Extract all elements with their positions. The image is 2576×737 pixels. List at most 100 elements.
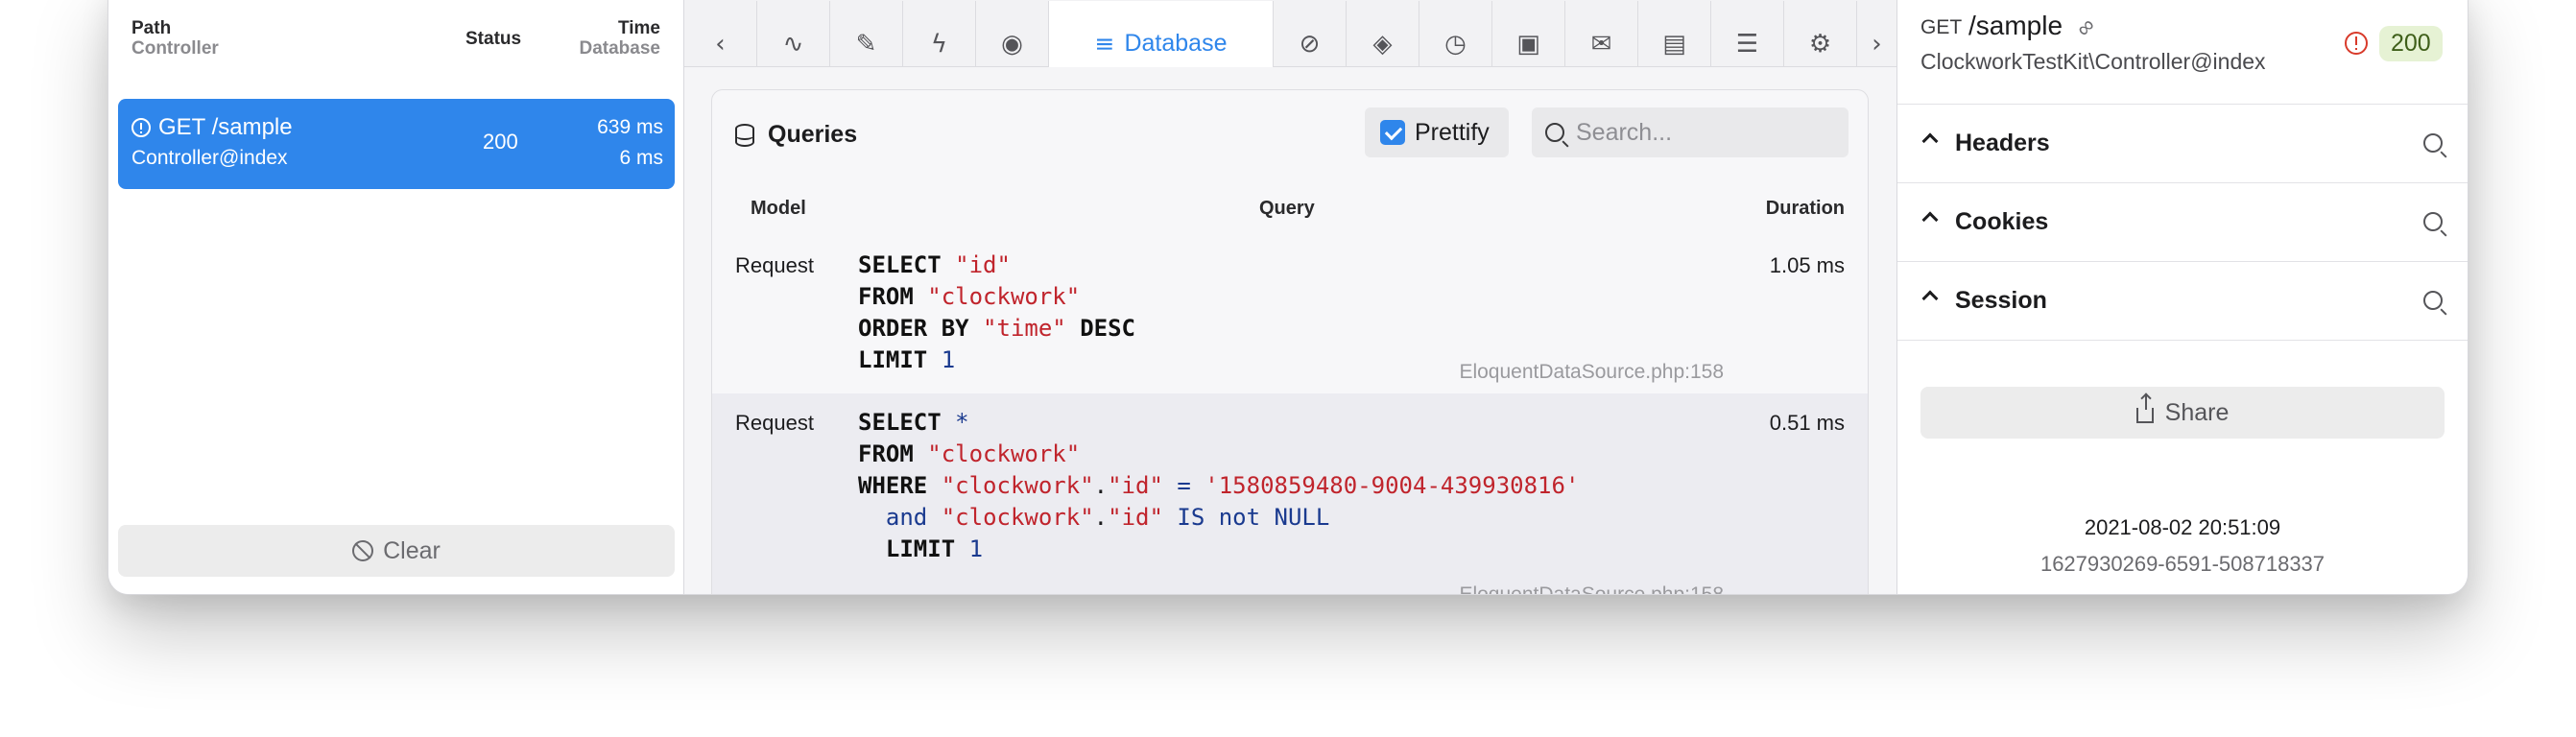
column-time-header[interactable]: Time: [618, 18, 660, 39]
tab-settings[interactable]: ⚙: [1784, 1, 1857, 67]
request-date: 2021-08-02 20:51:09: [2084, 515, 2281, 539]
layers-icon: ◈: [1372, 29, 1393, 59]
sql-token: WHERE: [858, 472, 928, 499]
sql-token: and: [885, 504, 928, 531]
sql-token: "clockwork": [927, 440, 1081, 467]
sql-token: FROM: [858, 283, 914, 310]
queries-title: Queries: [735, 121, 857, 149]
query-model: Request: [735, 411, 814, 435]
tab-attachments[interactable]: ⊘: [1274, 1, 1347, 67]
column-database-header[interactable]: Database: [580, 38, 661, 59]
column-path-header[interactable]: Path: [131, 18, 171, 39]
search-input[interactable]: [1576, 118, 1825, 147]
request-controller: Controller@index: [131, 147, 288, 169]
request-summary: GET /sample ∞ ClockworkTestKit\Controlle…: [1897, 1, 2468, 105]
tab-events[interactable]: ϟ: [903, 1, 976, 67]
chevron-right-icon: ›: [1872, 29, 1882, 59]
tab-scroll-left[interactable]: ‹: [684, 1, 757, 67]
sql-token: IS not NULL: [1177, 504, 1330, 531]
query-model: Request: [735, 253, 814, 277]
query-source[interactable]: EloquentDataSource.php:158: [1459, 583, 1724, 594]
column-duration-header: Duration: [1765, 198, 1845, 219]
bolt-icon: ϟ: [930, 29, 948, 59]
column-controller-header[interactable]: Controller: [131, 38, 219, 59]
share-button-label: Share: [2164, 398, 2230, 426]
sql-token: "id": [1108, 472, 1163, 499]
sql-token: "time": [983, 315, 1066, 342]
image-icon: ▣: [1516, 29, 1540, 59]
tab-performance[interactable]: ∿: [757, 1, 830, 67]
sql-token: ORDER BY: [858, 315, 969, 342]
tab-emails[interactable]: ✉: [1565, 1, 1638, 67]
sql-token: "id": [1108, 504, 1163, 531]
tab-routes[interactable]: ▤: [1638, 1, 1711, 67]
map-icon: ▤: [1662, 29, 1686, 59]
tab-timeline[interactable]: ◉: [976, 1, 1049, 67]
search-icon[interactable]: [2423, 133, 2443, 153]
warning-circle-icon: [131, 118, 151, 137]
section-cookies[interactable]: Cookies: [1897, 183, 2468, 262]
tab-cache[interactable]: ◈: [1347, 1, 1419, 67]
request-method-path: GET /sample: [158, 114, 293, 140]
request-list-item[interactable]: GET /sample Controller@index 200 639 ms …: [118, 99, 675, 189]
link-icon[interactable]: ∞: [2071, 12, 2102, 43]
chevron-up-icon: [1921, 211, 1939, 228]
column-status-header[interactable]: Status: [465, 29, 521, 50]
request-list-header: Path Controller Status Time Database: [108, 18, 683, 60]
query-search[interactable]: [1532, 107, 1849, 157]
section-headers-label: Headers: [1955, 130, 2050, 156]
status-badge: 200: [2379, 26, 2443, 61]
search-icon[interactable]: [2423, 291, 2443, 310]
sql-token: *: [955, 409, 969, 436]
sql-token: DESC: [1080, 315, 1135, 342]
tab-scroll-right[interactable]: ›: [1857, 1, 1896, 67]
section-headers[interactable]: Headers: [1897, 105, 2468, 183]
share-button[interactable]: Share: [1920, 387, 2445, 439]
section-session[interactable]: Session: [1897, 262, 2468, 341]
search-icon[interactable]: [2423, 212, 2443, 231]
sql-token: 1: [968, 535, 984, 562]
tab-log[interactable]: ✎: [830, 1, 903, 67]
tab-views[interactable]: ▣: [1492, 1, 1565, 67]
error-circle-icon: [2345, 32, 2368, 55]
clear-button[interactable]: Clear: [118, 525, 675, 577]
tab-database-label: Database: [1124, 30, 1228, 57]
target-icon: ◉: [1001, 29, 1023, 59]
query-duration: 0.51 ms: [1769, 411, 1845, 435]
pencil-icon: ✎: [855, 29, 877, 59]
request-id: 1627930269-6591-508718337: [2039, 552, 2326, 576]
clock-icon: ◷: [1444, 29, 1467, 59]
query-row[interactable]: Request SELECT "id" FROM "clockwork" ORD…: [712, 234, 1868, 393]
app-window: Path Controller Status Time Database GET…: [107, 0, 2469, 595]
query-source[interactable]: EloquentDataSource.php:158: [1459, 361, 1724, 384]
request-controller-full: ClockworkTestKit\Controller@index: [1920, 49, 2266, 74]
sql-token: SELECT: [858, 409, 942, 436]
prettify-checkbox[interactable]: [1380, 120, 1405, 145]
prettify-toggle[interactable]: Prettify: [1365, 107, 1509, 157]
share-icon: [2135, 394, 2154, 423]
tab-queue[interactable]: ◷: [1419, 1, 1492, 67]
database-icon: ≡: [1094, 30, 1115, 58]
chevron-left-icon: ‹: [715, 29, 726, 59]
activity-icon: ∿: [782, 29, 804, 59]
column-query-header: Query: [1259, 198, 1315, 219]
request-path: /sample: [1968, 11, 2063, 40]
request-method: GET: [1920, 16, 1963, 38]
sql-token: 1: [941, 346, 956, 373]
tab-more[interactable]: ☰: [1711, 1, 1784, 67]
query-row[interactable]: Request SELECT * FROM "clockwork" WHERE …: [712, 393, 1868, 594]
tab-database[interactable]: ≡ Database: [1049, 1, 1274, 67]
sql-token: "clockwork": [941, 504, 1094, 531]
